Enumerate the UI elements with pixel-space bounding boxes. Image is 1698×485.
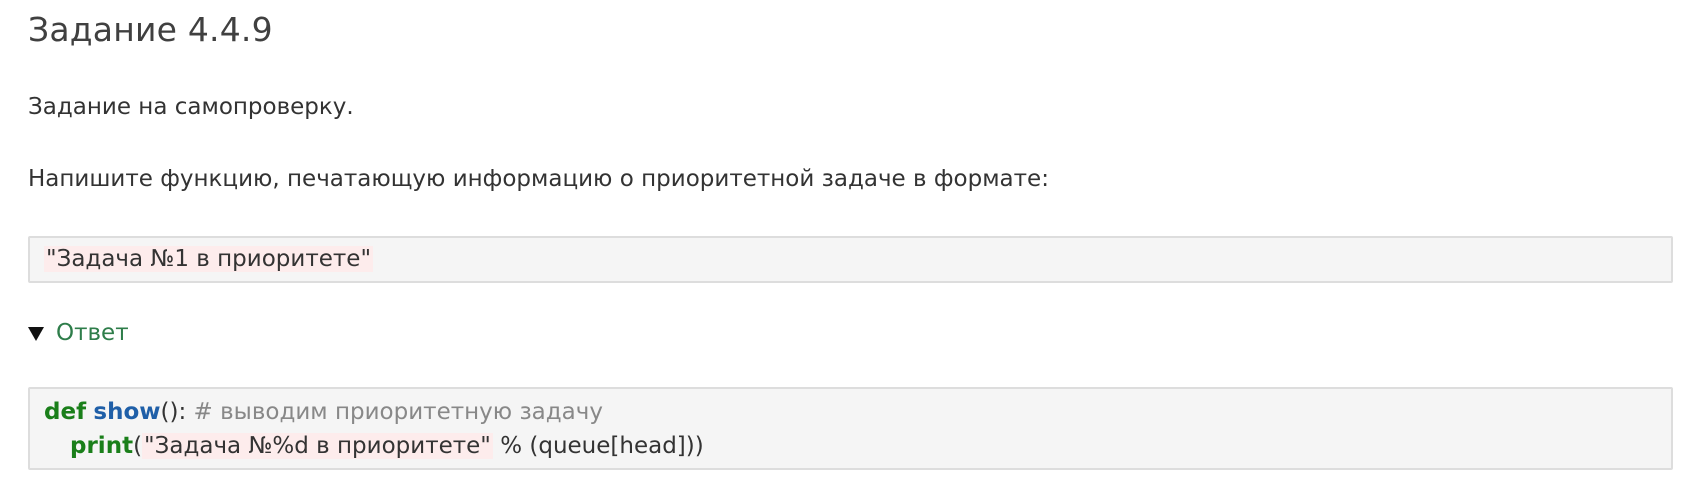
task-description: Напишите функцию, печатающую информацию … xyxy=(28,166,1049,192)
code-line-1: def show(): # выводим приоритетную задач… xyxy=(44,395,1657,429)
code-keyword-print: print xyxy=(70,433,134,459)
code-comment: # выводим приоритетную задачу xyxy=(193,399,603,425)
example-output-block: "Задача №1 в приоритете" xyxy=(28,236,1673,283)
code-open-paren: ( xyxy=(133,433,143,459)
page-title: Задание 4.4.9 xyxy=(28,10,273,49)
code-keyword-def: def xyxy=(44,399,87,425)
example-output-string: "Задача №1 в приоритете" xyxy=(44,246,374,272)
triangle-down-icon[interactable] xyxy=(28,327,44,341)
code-line-2: print("Задача №%d в приоритете" % (queue… xyxy=(44,429,1657,463)
code-function-name: show xyxy=(93,399,161,425)
answer-toggle-label[interactable]: Ответ xyxy=(56,320,129,346)
code-punctuation: (): xyxy=(160,399,187,425)
answer-toggle[interactable]: Ответ xyxy=(28,320,129,346)
answer-code-block: def show(): # выводим приоритетную задач… xyxy=(28,387,1673,470)
code-string: "Задача №%d в приоритете" xyxy=(142,433,493,459)
intro-text: Задание на самопроверку. xyxy=(28,94,354,120)
code-rest: % (queue[head])) xyxy=(492,433,704,459)
